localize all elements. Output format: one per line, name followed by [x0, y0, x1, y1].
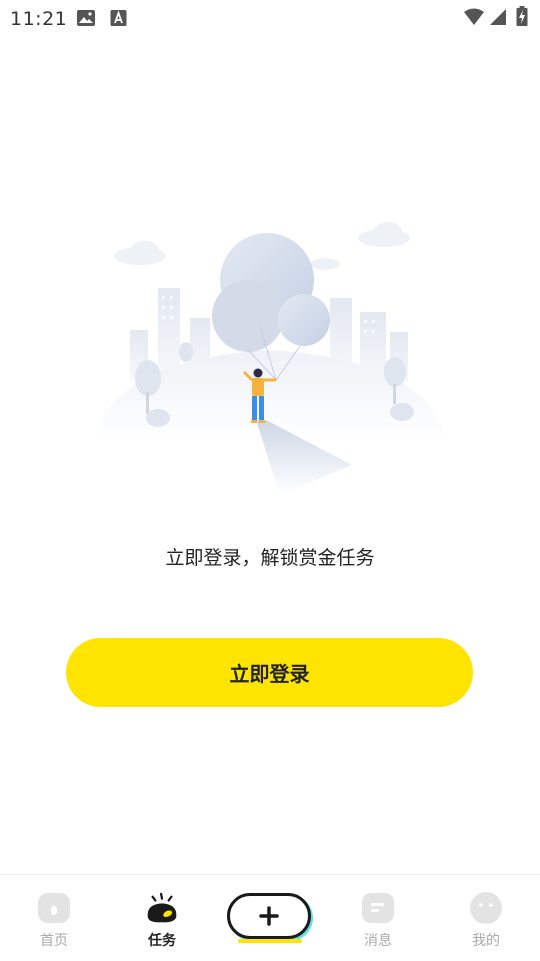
tab-profile[interactable]: 我的 [432, 875, 540, 961]
plus-icon [259, 906, 279, 926]
tab-profile-label: 我的 [472, 933, 500, 949]
image-icon [77, 10, 95, 26]
battery-charging-icon [516, 6, 528, 26]
status-time: 11:21 [10, 8, 68, 30]
wifi-icon [464, 8, 484, 25]
profile-icon [470, 892, 502, 924]
text-a-icon [110, 10, 127, 26]
plus-button-underline [238, 939, 302, 943]
add-post-button[interactable] [227, 893, 311, 943]
home-icon [38, 893, 70, 923]
status-bar: 11:21 [0, 0, 540, 36]
tab-home-label: 首页 [40, 933, 68, 949]
tab-messages[interactable]: 消息 [324, 875, 432, 961]
login-prompt-text: 立即登录，解锁赏金任务 [165, 547, 375, 569]
empty-state-illustration [94, 222, 446, 495]
signal-icon [490, 9, 506, 25]
login-button[interactable]: 立即登录 [66, 638, 473, 707]
message-icon [362, 893, 394, 923]
tab-messages-label: 消息 [364, 933, 392, 949]
tab-task[interactable]: 任务 [108, 875, 216, 961]
task-icon [147, 892, 177, 923]
tab-task-label: 任务 [148, 933, 176, 949]
tab-home[interactable]: 首页 [0, 875, 108, 961]
